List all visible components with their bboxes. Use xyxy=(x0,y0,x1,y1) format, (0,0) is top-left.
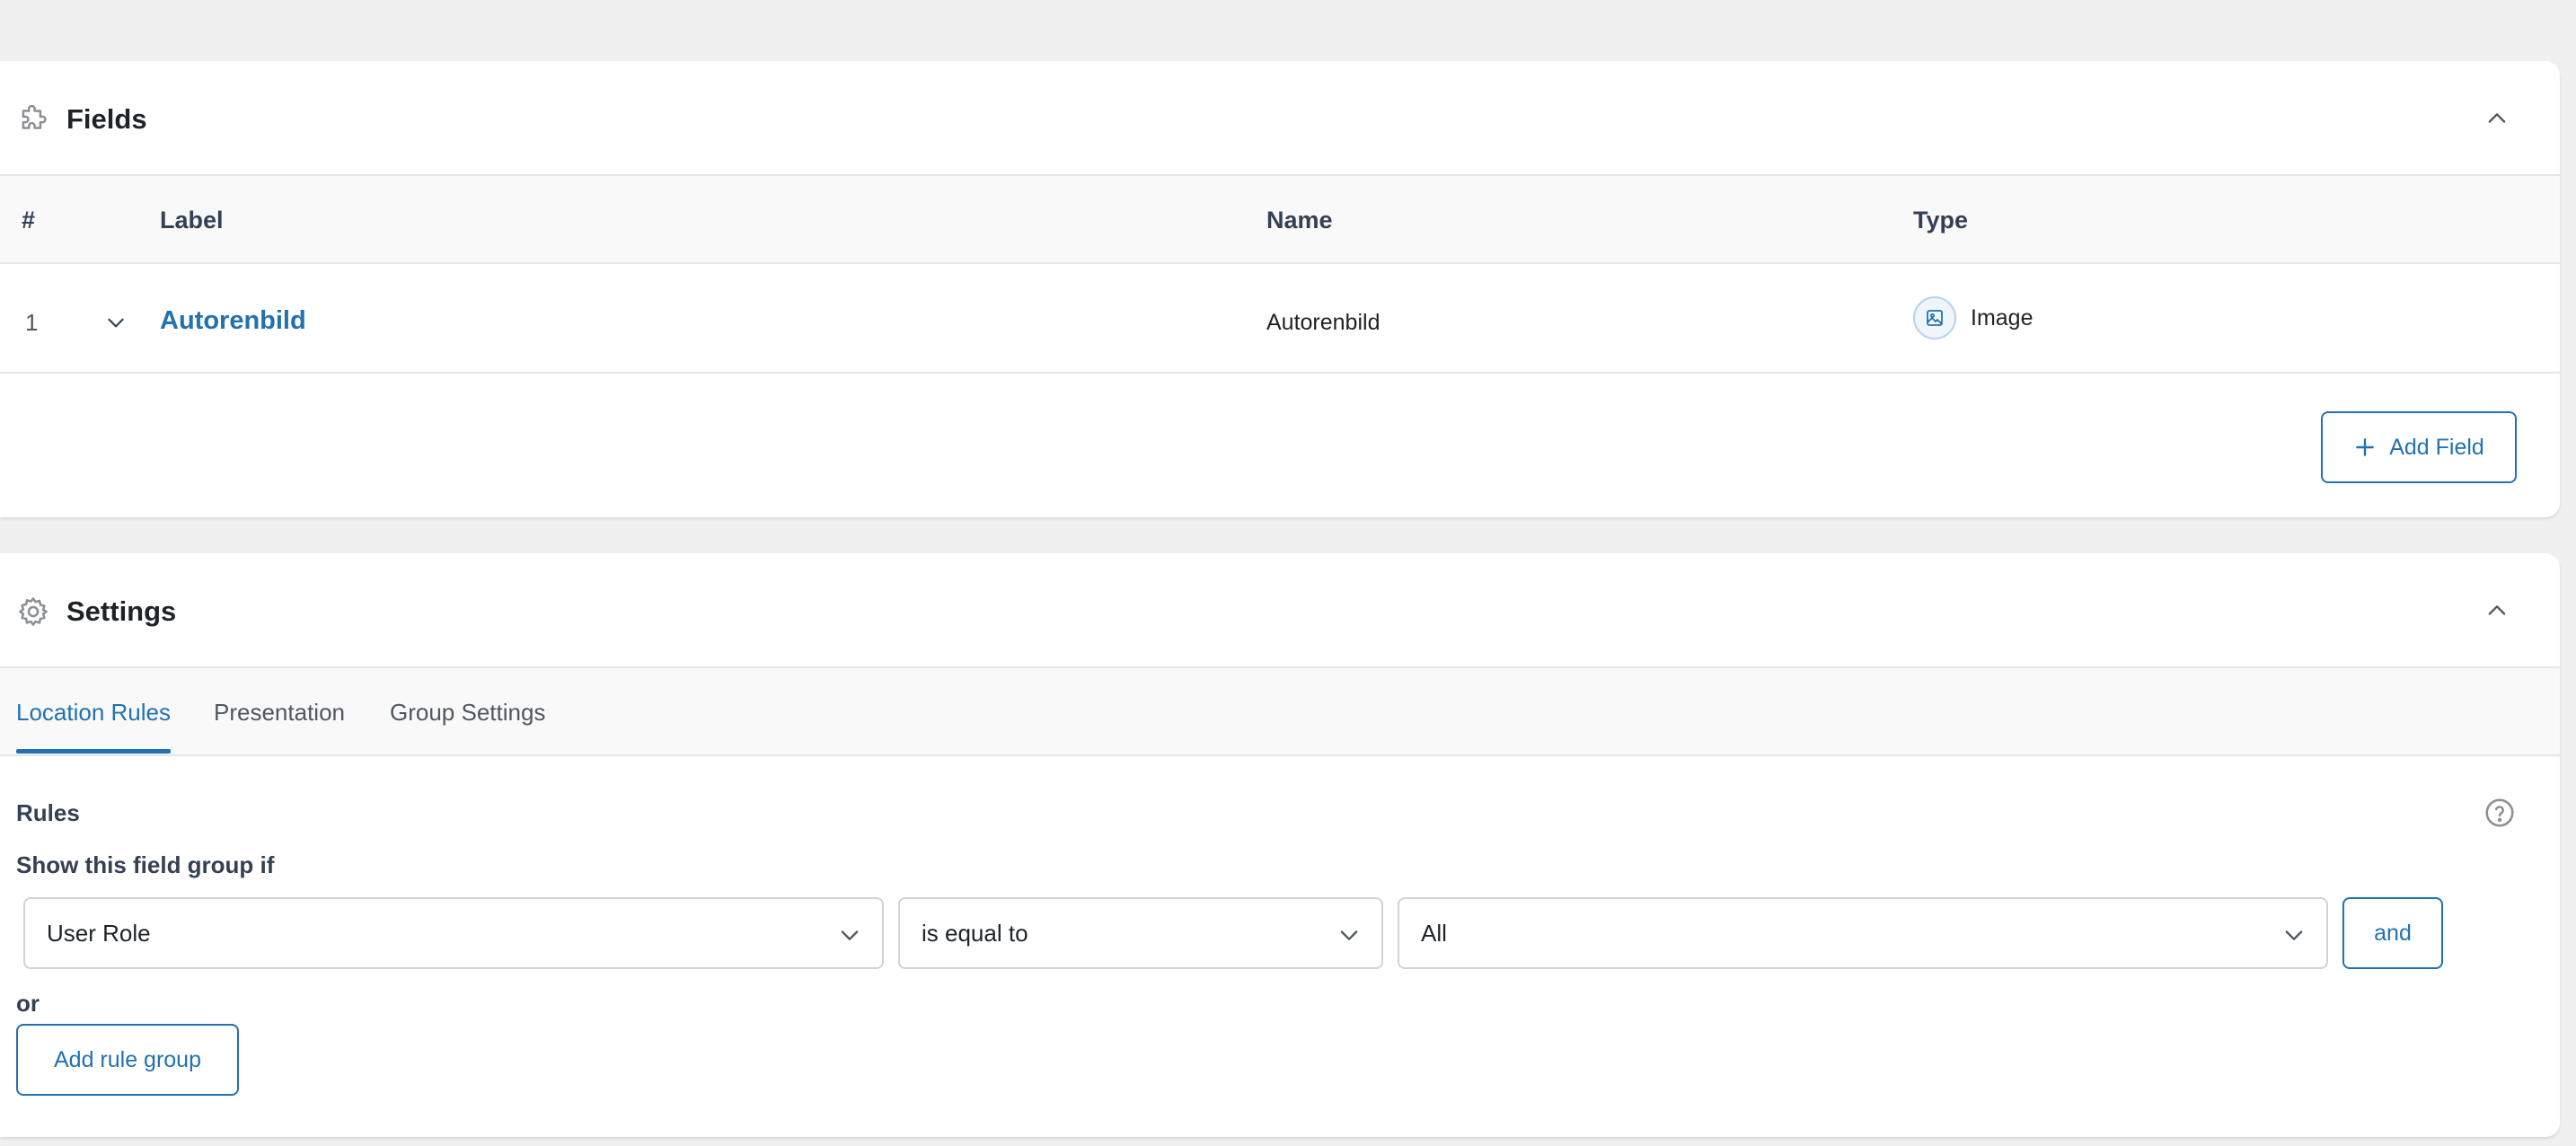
fields-panel-title: Fields xyxy=(66,103,147,135)
column-header-number: # xyxy=(22,207,36,234)
expand-field-toggle[interactable] xyxy=(99,305,133,339)
field-type: Image xyxy=(1913,296,2033,339)
gear-icon xyxy=(19,597,48,626)
or-label: or xyxy=(16,990,40,1017)
table-row[interactable]: 1 Autorenbild Autorenbild Image xyxy=(0,264,2560,374)
add-and-rule-button[interactable]: and xyxy=(2342,897,2443,969)
puzzle-icon xyxy=(22,104,47,129)
collapse-settings-button[interactable] xyxy=(2479,593,2515,629)
fields-table-header: # Label Name Type xyxy=(0,176,2560,264)
plus-icon xyxy=(2356,438,2375,456)
settings-panel: Settings Location Rules Presentation Gro… xyxy=(0,553,2560,1137)
tab-presentation[interactable]: Presentation xyxy=(214,695,345,729)
fields-panel: Fields # Label Name Type 1 Autorenbild A… xyxy=(0,61,2560,517)
image-icon xyxy=(1913,296,1956,339)
rule-param-value: User Role xyxy=(47,919,151,947)
column-header-type: Type xyxy=(1913,207,1969,234)
field-name: Autorenbild xyxy=(1266,310,1381,335)
settings-tabs: Location Rules Presentation Group Settin… xyxy=(0,668,2560,756)
chevron-up-icon xyxy=(2488,605,2506,615)
settings-panel-header[interactable]: Settings xyxy=(0,553,2560,668)
show-if-label: Show this field group if xyxy=(16,851,275,878)
add-field-button[interactable]: Add Field xyxy=(2321,411,2517,483)
chevron-down-icon xyxy=(841,930,859,940)
rule-operator-value: is equal to xyxy=(922,919,1028,947)
rule-param-select[interactable]: User Role xyxy=(23,897,884,969)
add-field-label: Add Field xyxy=(2389,434,2484,460)
chevron-down-icon xyxy=(1340,930,1358,940)
rules-heading: Rules xyxy=(16,799,80,826)
collapse-fields-button[interactable] xyxy=(2479,101,2515,137)
field-type-label: Image xyxy=(1971,305,2033,331)
settings-panel-title: Settings xyxy=(66,595,177,627)
chevron-down-icon xyxy=(2285,930,2303,940)
tab-location-rules[interactable]: Location Rules xyxy=(16,695,171,754)
rule-operator-select[interactable]: is equal to xyxy=(898,897,1383,969)
fields-panel-header[interactable]: Fields xyxy=(0,61,2560,176)
help-icon[interactable] xyxy=(2483,796,2517,830)
column-header-name: Name xyxy=(1266,207,1333,234)
add-rule-group-button[interactable]: Add rule group xyxy=(16,1024,239,1096)
rule-value-select[interactable]: All xyxy=(1398,897,2328,969)
rule-value-value: All xyxy=(1421,919,1447,947)
field-label-link[interactable]: Autorenbild xyxy=(160,304,306,338)
chevron-down-icon xyxy=(108,318,124,328)
column-header-label: Label xyxy=(160,207,224,234)
field-order-number: 1 xyxy=(25,309,39,336)
tab-group-settings[interactable]: Group Settings xyxy=(390,695,545,729)
chevron-up-icon xyxy=(2488,113,2506,123)
